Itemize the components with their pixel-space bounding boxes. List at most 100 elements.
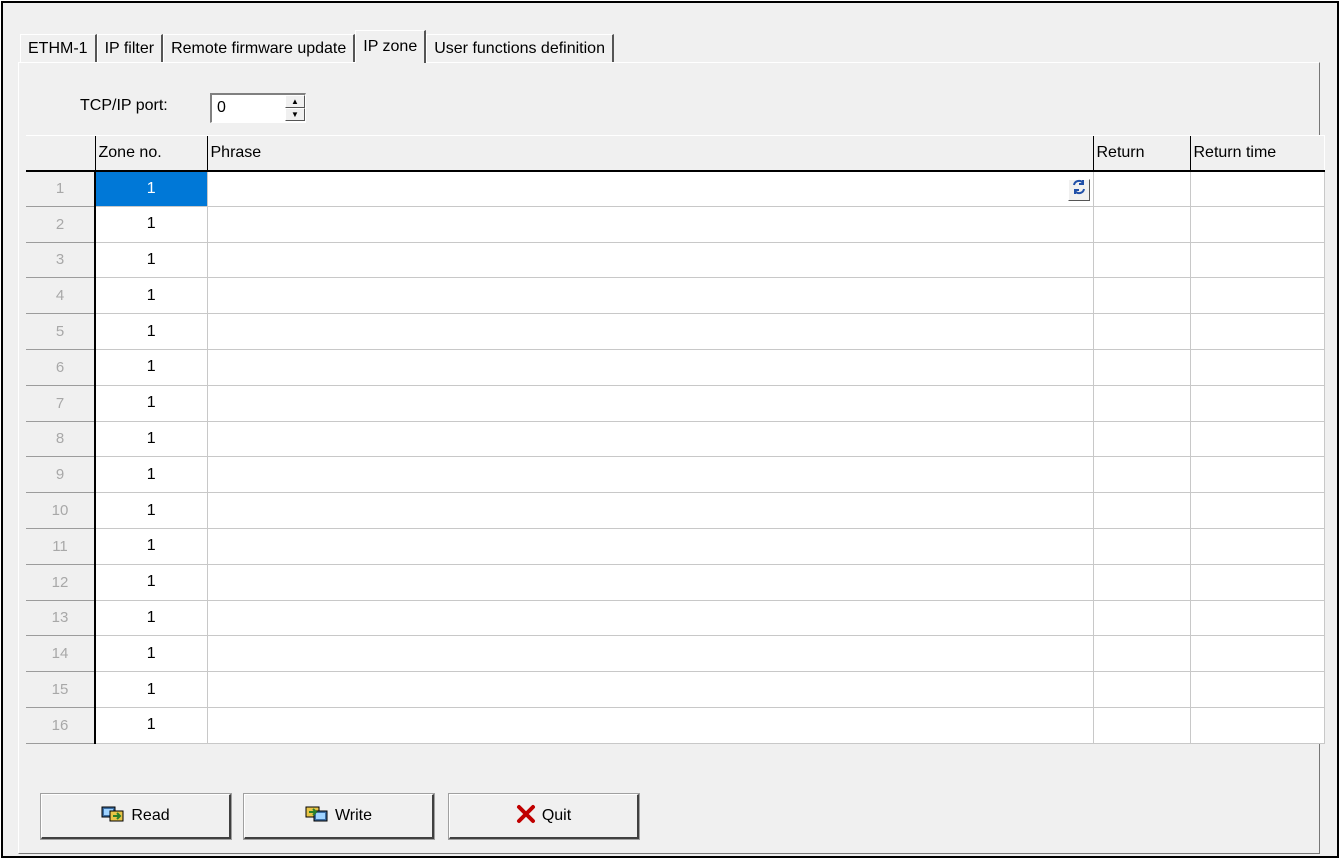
- phrase-cell[interactable]: [207, 492, 1094, 529]
- zone-no-cell[interactable]: 1: [95, 707, 208, 744]
- return-cell[interactable]: [1093, 528, 1191, 565]
- tab-remote-firmware-update[interactable]: Remote firmware update: [163, 34, 356, 62]
- row-number[interactable]: 13: [26, 599, 96, 637]
- return-cell[interactable]: [1093, 456, 1191, 494]
- zone-no-cell[interactable]: 1: [95, 671, 208, 708]
- return-time-cell[interactable]: [1190, 170, 1325, 207]
- phrase-cell[interactable]: [207, 600, 1094, 637]
- return-time-cell[interactable]: [1190, 492, 1325, 529]
- zone-no-cell[interactable]: 1: [95, 635, 208, 673]
- return-cell[interactable]: [1093, 600, 1191, 637]
- return-cell[interactable]: [1093, 349, 1191, 386]
- column-header-phrase[interactable]: Phrase: [206, 135, 1093, 172]
- row-number[interactable]: 10: [26, 492, 96, 529]
- row-number[interactable]: 2: [26, 205, 96, 243]
- zone-no-cell[interactable]: 1: [95, 492, 208, 529]
- tab-ethm-1[interactable]: ETHM-1: [20, 34, 97, 62]
- return-cell[interactable]: [1093, 564, 1191, 601]
- row-number[interactable]: 8: [26, 420, 96, 458]
- return-cell[interactable]: [1093, 707, 1191, 744]
- spin-down-button[interactable]: ▼: [285, 108, 305, 121]
- write-button[interactable]: Write: [243, 793, 435, 840]
- return-time-cell[interactable]: [1190, 242, 1325, 279]
- zone-no-cell[interactable]: 1: [95, 313, 208, 350]
- return-cell[interactable]: [1093, 671, 1191, 708]
- return-cell[interactable]: [1093, 385, 1191, 422]
- row-number[interactable]: 4: [26, 277, 96, 315]
- zone-no-cell[interactable]: 1: [95, 206, 208, 243]
- return-time-cell[interactable]: [1190, 456, 1325, 494]
- return-cell[interactable]: [1093, 170, 1191, 207]
- row-number[interactable]: 3: [26, 241, 96, 279]
- tab-ip-filter[interactable]: IP filter: [96, 34, 164, 62]
- return-time-cell[interactable]: [1190, 528, 1325, 565]
- row-number[interactable]: 12: [26, 563, 96, 601]
- phrase-cell[interactable]: [207, 277, 1094, 315]
- row-number[interactable]: 14: [26, 635, 96, 673]
- phrase-cell[interactable]: [207, 528, 1094, 565]
- phrase-cell[interactable]: [207, 456, 1094, 494]
- zone-no-cell[interactable]: 1: [95, 564, 208, 601]
- row-number[interactable]: 6: [26, 348, 96, 386]
- phrase-cell[interactable]: [207, 170, 1094, 207]
- return-time-cell[interactable]: [1190, 635, 1325, 673]
- column-header-return[interactable]: Return: [1092, 135, 1190, 172]
- quit-button[interactable]: Quit: [448, 793, 640, 840]
- phrase-cell[interactable]: [207, 707, 1094, 744]
- table-row: 41: [26, 277, 1325, 315]
- spin-up-button[interactable]: ▲: [285, 95, 305, 108]
- phrase-cell[interactable]: [207, 206, 1094, 243]
- phrase-cell[interactable]: [207, 635, 1094, 673]
- zone-no-cell[interactable]: 1: [95, 600, 208, 637]
- return-time-cell[interactable]: [1190, 564, 1325, 601]
- tcp-ip-port-input[interactable]: 0: [212, 95, 285, 122]
- return-time-cell[interactable]: [1190, 277, 1325, 315]
- phrase-cell[interactable]: [207, 349, 1094, 386]
- return-cell[interactable]: [1093, 313, 1191, 350]
- tab-ip-zone[interactable]: IP zone: [355, 30, 427, 63]
- return-cell[interactable]: [1093, 277, 1191, 315]
- return-cell[interactable]: [1093, 206, 1191, 243]
- return-time-cell[interactable]: [1190, 206, 1325, 243]
- row-number[interactable]: 5: [26, 313, 96, 350]
- phrase-cell[interactable]: [207, 313, 1094, 350]
- zone-no-cell[interactable]: 1: [95, 456, 208, 494]
- row-number[interactable]: 16: [26, 706, 96, 744]
- zone-no-cell[interactable]: 1: [95, 385, 208, 422]
- row-number[interactable]: 9: [26, 456, 96, 494]
- refresh-button[interactable]: [1067, 178, 1090, 201]
- return-cell[interactable]: [1093, 492, 1191, 529]
- row-number[interactable]: 15: [26, 671, 96, 708]
- return-time-cell[interactable]: [1190, 707, 1325, 744]
- row-number[interactable]: 1: [26, 170, 96, 207]
- phrase-cell[interactable]: [207, 385, 1094, 422]
- tcp-ip-port-spinner[interactable]: 0 ▲ ▼: [210, 93, 306, 123]
- return-cell[interactable]: [1093, 242, 1191, 279]
- zone-no-cell[interactable]: 1: [95, 170, 208, 207]
- zone-no-cell[interactable]: 1: [95, 242, 208, 279]
- column-header-zone-no[interactable]: Zone no.: [94, 135, 207, 172]
- tab-user-functions-definition[interactable]: User functions definition: [426, 34, 614, 62]
- zone-no-cell[interactable]: 1: [95, 421, 208, 458]
- phrase-cell[interactable]: [207, 671, 1094, 708]
- return-time-cell[interactable]: [1190, 671, 1325, 708]
- zone-no-cell[interactable]: 1: [95, 349, 208, 386]
- return-time-cell[interactable]: [1190, 349, 1325, 386]
- column-header-return-time[interactable]: Return time: [1189, 135, 1324, 172]
- phrase-editor[interactable]: [208, 172, 1093, 206]
- phrase-cell[interactable]: [207, 564, 1094, 601]
- zone-no-cell[interactable]: 1: [95, 277, 208, 315]
- return-cell[interactable]: [1093, 421, 1191, 458]
- read-button[interactable]: Read: [40, 793, 232, 840]
- zone-no-cell[interactable]: 1: [95, 528, 208, 565]
- table-row: 11: [26, 170, 1325, 207]
- phrase-cell[interactable]: [207, 421, 1094, 458]
- return-time-cell[interactable]: [1190, 600, 1325, 637]
- return-cell[interactable]: [1093, 635, 1191, 673]
- row-number[interactable]: 11: [26, 527, 96, 565]
- return-time-cell[interactable]: [1190, 313, 1325, 350]
- return-time-cell[interactable]: [1190, 385, 1325, 422]
- row-number[interactable]: 7: [26, 384, 96, 422]
- phrase-cell[interactable]: [207, 242, 1094, 279]
- return-time-cell[interactable]: [1190, 421, 1325, 458]
